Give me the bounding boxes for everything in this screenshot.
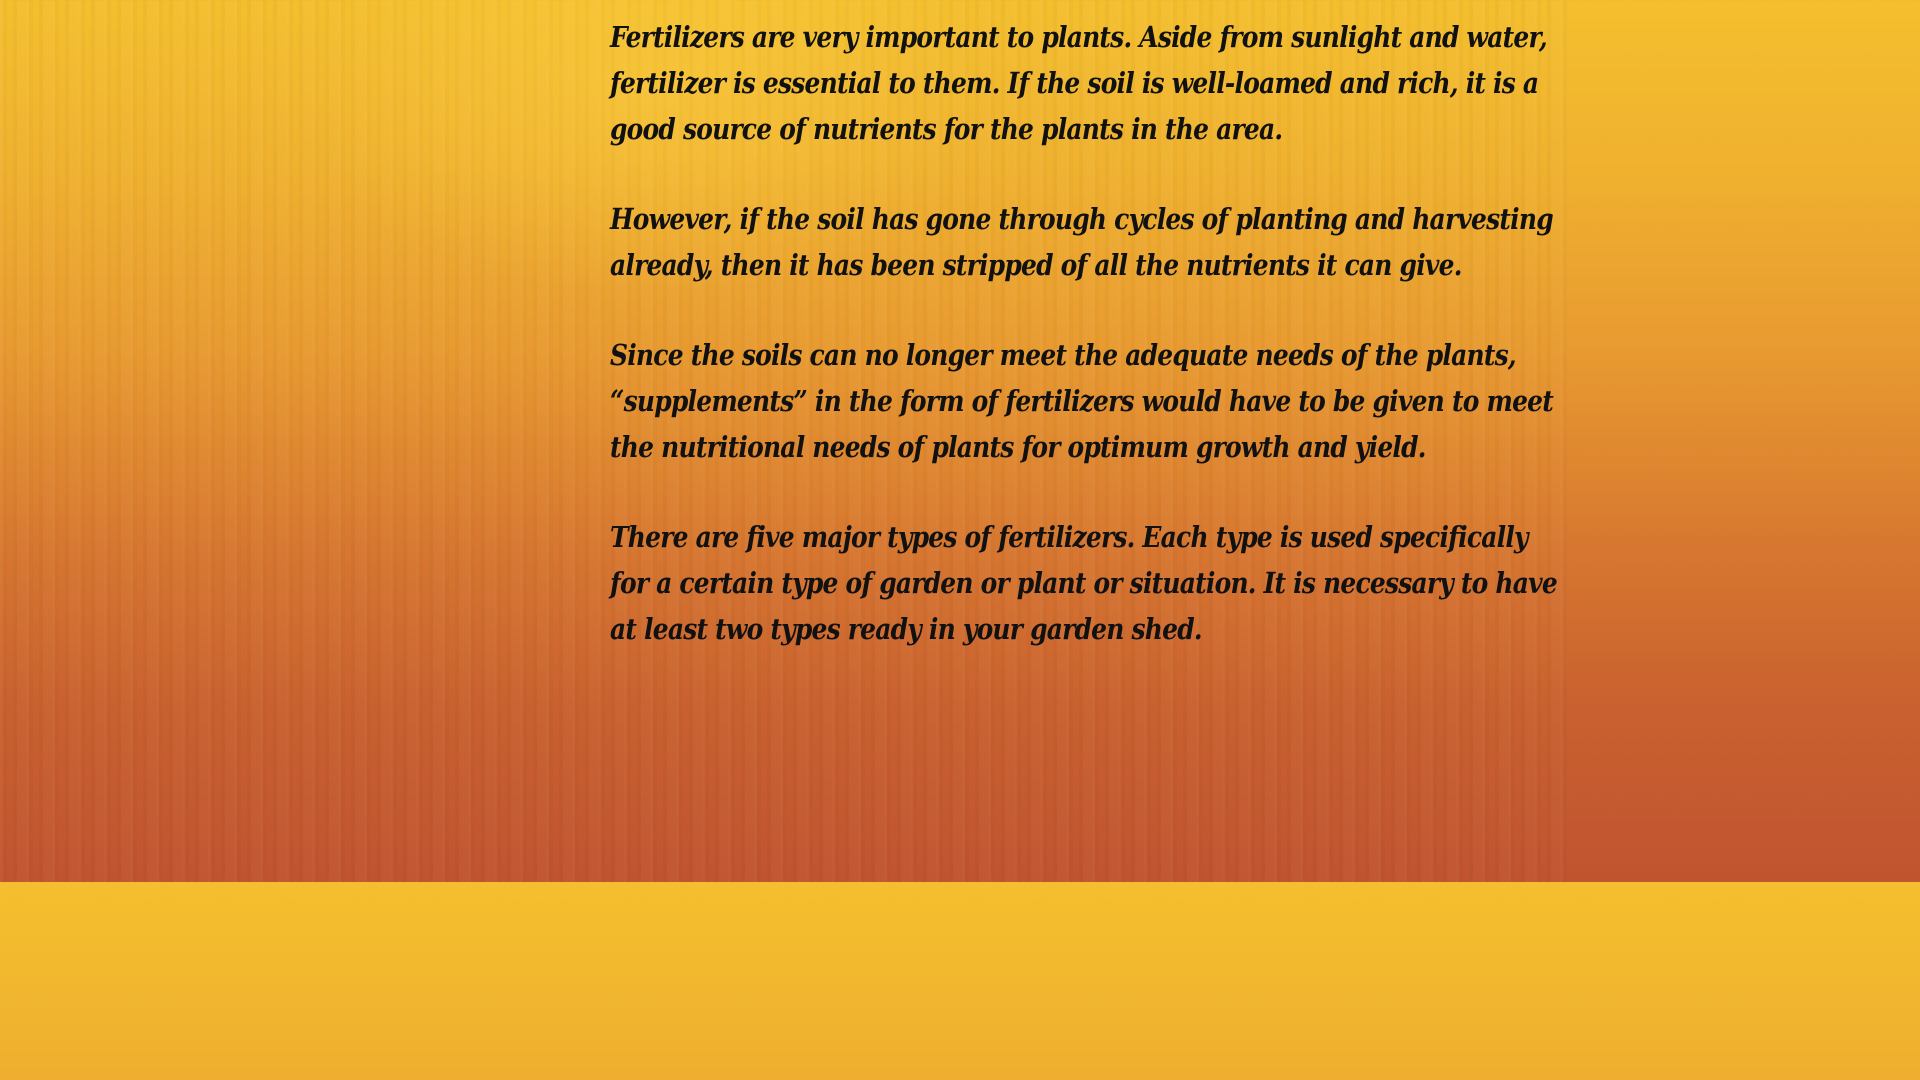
paragraph-intro: Fertilizers are very important to plants… <box>610 20 1548 146</box>
paragraph-fertilizer-types: There are five major types of fertilizer… <box>610 520 1558 646</box>
paragraph-supplements: Since the soils can no longer meet the a… <box>610 338 1554 464</box>
text-body: Fertilizers are very important to plants… <box>610 14 1560 696</box>
paragraph-depleted-soil: However, if the soil has gone through cy… <box>610 202 1554 282</box>
